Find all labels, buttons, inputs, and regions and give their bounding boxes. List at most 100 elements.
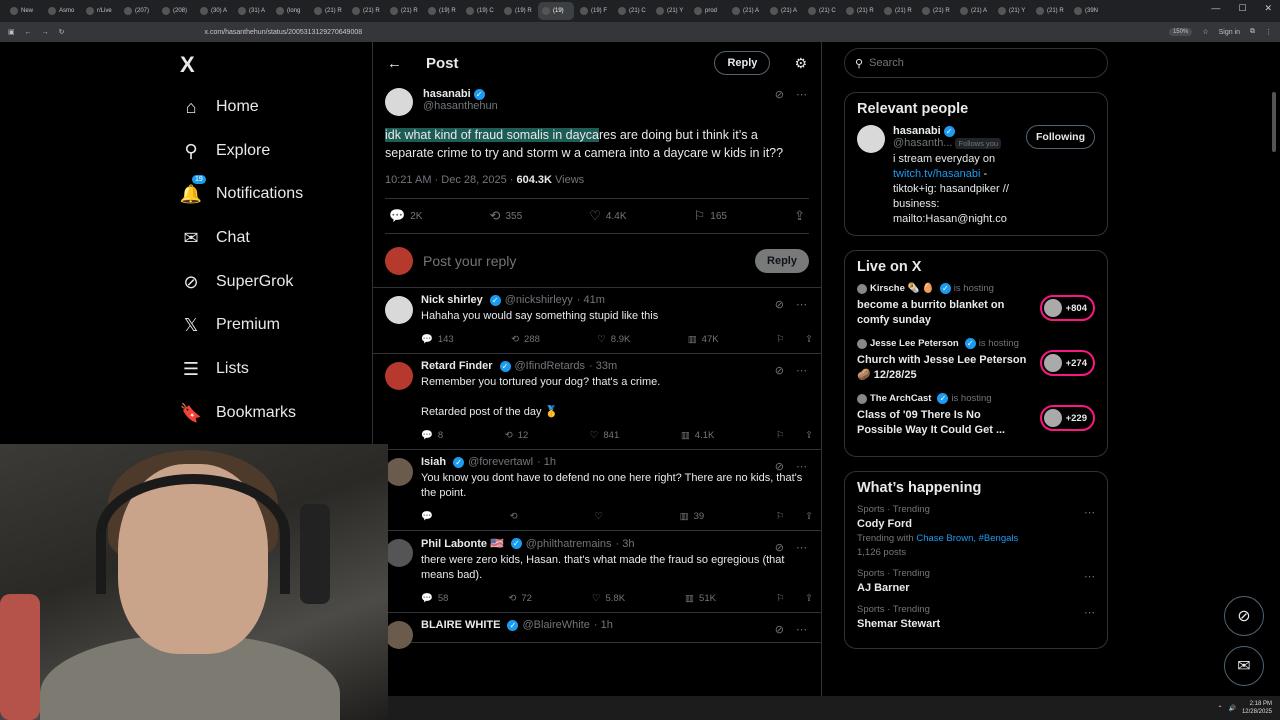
maximize-icon[interactable]: ☐ (1238, 3, 1246, 14)
browser-tab[interactable]: (21) R (1032, 2, 1068, 20)
browser-tab[interactable]: (19) (538, 2, 574, 20)
views-stat[interactable]: ▥ 4.1K (681, 430, 715, 441)
more-icon[interactable]: ⋯ (796, 623, 807, 636)
avatar[interactable] (385, 539, 413, 567)
views-stat[interactable]: ▥ 47K (688, 334, 719, 345)
browser-tab[interactable]: (19) R (424, 2, 460, 20)
repost-stat[interactable]: ⟲ 355 (490, 208, 523, 224)
menu-icon[interactable]: ⋮ (1265, 28, 1272, 36)
more-icon[interactable]: ⋯ (1084, 606, 1095, 619)
listener-count[interactable]: +274 (1039, 350, 1095, 376)
reply-handle[interactable]: @BlaireWhite (522, 619, 589, 631)
profile-button[interactable]: Sign in (1219, 29, 1240, 36)
repost-stat[interactable]: ⟲ (510, 511, 523, 522)
extensions-icon[interactable]: ⧉ (1250, 28, 1255, 36)
nav-item-supergrok[interactable]: ⊘ SuperGrok (180, 271, 293, 293)
post-time[interactable]: 10:21 AM · Dec 28, 2025 · (385, 174, 516, 186)
browser-tab[interactable]: (21) R (386, 2, 422, 20)
trend-item[interactable]: Sports · Trending Shemar Stewart ⋯ (857, 604, 1095, 630)
reply-stat[interactable]: 💬 2K (389, 208, 422, 224)
minimize-icon[interactable]: — (1211, 3, 1220, 14)
tune-icon[interactable]: ⚙ (794, 55, 807, 72)
share-icon[interactable]: ⇪ (805, 334, 813, 345)
like-stat[interactable]: ♡ 5.8K (592, 593, 625, 604)
share-stat[interactable]: ⇪ (794, 208, 805, 224)
more-icon[interactable]: ⋯ (1084, 506, 1095, 519)
reply-stat[interactable]: 💬 (421, 511, 438, 522)
reply-stat[interactable]: 💬 143 (421, 334, 454, 345)
person-handle[interactable]: @hasanth... (893, 137, 952, 149)
browser-tab[interactable]: (21) Y (994, 2, 1030, 20)
repost-stat[interactable]: ⟲ 72 (508, 593, 532, 604)
reply-time[interactable]: · 1h (594, 619, 613, 631)
author-handle[interactable]: @hasanthehun (423, 100, 498, 112)
bookmark-icon[interactable]: ⚐ (776, 511, 785, 522)
reply-item[interactable]: Isiah ✓ @forevertawl · 1h You know you dont … (373, 450, 821, 531)
views-stat[interactable]: ▥ 51K (685, 593, 716, 604)
author-name[interactable]: hasanabi (423, 88, 471, 100)
browser-tab[interactable]: r/Live (82, 2, 118, 20)
avatar[interactable] (385, 621, 413, 649)
reply-time[interactable]: · 33m (589, 360, 617, 372)
avatar[interactable] (857, 125, 885, 153)
grok-icon[interactable]: ⊘ (775, 460, 784, 473)
sidebar-toggle-icon[interactable]: ▣ (8, 28, 15, 36)
reply-stat[interactable]: 💬 58 (421, 593, 448, 604)
reply-submit-button[interactable]: Reply (755, 248, 809, 273)
reply-item[interactable]: BLAIRE WHITE ✓ @BlaireWhite · 1h ⊘ ⋯ (373, 613, 821, 649)
reply-time[interactable]: · 3h (616, 538, 635, 550)
grok-icon[interactable]: ⊘ (775, 88, 784, 101)
reply-stat[interactable]: 💬 8 (421, 430, 443, 441)
browser-tab[interactable]: (31) A (234, 2, 270, 20)
following-button[interactable]: Following (1026, 125, 1095, 149)
back-icon[interactable]: ← (25, 29, 32, 36)
share-icon[interactable]: ⇪ (805, 430, 813, 441)
reply-handle[interactable]: @nickshirleyy (505, 294, 573, 306)
browser-tab[interactable]: (21) R (880, 2, 916, 20)
nav-item-notifications[interactable]: 🔔 19 Notifications (180, 175, 303, 205)
browser-tab[interactable]: (19) C (462, 2, 498, 20)
browser-tab[interactable]: (21) C (804, 2, 840, 20)
live-item[interactable]: Kirsche 🌯 🥚 ✓ is hosting become a burrito b… (857, 283, 1095, 328)
nav-item-explore[interactable]: ⚲ Explore (180, 140, 270, 162)
nav-item-lists[interactable]: ☰ Lists (180, 358, 249, 380)
browser-tab[interactable]: Asmo (44, 2, 80, 20)
listener-count[interactable]: +804 (1039, 295, 1095, 321)
avatar[interactable] (385, 296, 413, 324)
browser-tab[interactable]: (30) A (196, 2, 232, 20)
like-stat[interactable]: ♡ 841 (590, 430, 619, 441)
bookmark-stat[interactable]: ⚐ 165 (694, 208, 727, 224)
search-input[interactable] (869, 57, 1012, 69)
bookmark-icon[interactable]: ⚐ (776, 593, 785, 604)
browser-tab[interactable]: (21) A (728, 2, 764, 20)
reply-time[interactable]: · 41m (577, 294, 605, 306)
trend-item[interactable]: Sports · Trending Cody Ford Trending with … (857, 504, 1095, 558)
reload-icon[interactable]: ↻ (59, 28, 65, 36)
reply-handle[interactable]: @philthatremains (526, 538, 612, 550)
bookmark-icon[interactable]: ⚐ (776, 334, 785, 345)
reply-input[interactable] (423, 252, 746, 269)
reply-handle[interactable]: @IfindRetards (515, 360, 585, 372)
browser-tab[interactable]: (39N (1070, 2, 1106, 20)
browser-tab[interactable]: (long (272, 2, 308, 20)
x-logo[interactable]: X (180, 52, 195, 78)
grok-icon[interactable]: ⊘ (775, 364, 784, 377)
forward-icon[interactable]: → (42, 29, 49, 36)
like-stat[interactable]: ♡ 8.9K (597, 334, 630, 345)
reply-author-name[interactable]: BLAIRE WHITE (421, 619, 500, 631)
browser-tab[interactable]: (21) R (918, 2, 954, 20)
nav-item-bookmarks[interactable]: 🔖 Bookmarks (180, 402, 296, 424)
reply-header-button[interactable]: Reply (714, 51, 771, 75)
back-arrow-icon[interactable]: ← (387, 55, 402, 72)
like-stat[interactable]: ♡ 4.4K (589, 208, 626, 224)
zoom-indicator[interactable]: 150% (1168, 28, 1193, 36)
nav-item-premium[interactable]: 𝕏 Premium (180, 314, 280, 336)
reply-author-name[interactable]: Phil Labonte 🇺🇸 (421, 537, 504, 550)
reply-item[interactable]: Retard Finder ✓ @IfindRetards · 33m Remember… (373, 354, 821, 450)
nav-item-chat[interactable]: ✉ Chat (180, 227, 249, 249)
avatar[interactable] (385, 362, 413, 390)
reply-author-name[interactable]: Retard Finder (421, 360, 493, 372)
star-icon[interactable]: ☆ (1202, 28, 1208, 36)
like-stat[interactable]: ♡ (594, 511, 608, 522)
reply-author-name[interactable]: Nick shirley (421, 294, 483, 306)
